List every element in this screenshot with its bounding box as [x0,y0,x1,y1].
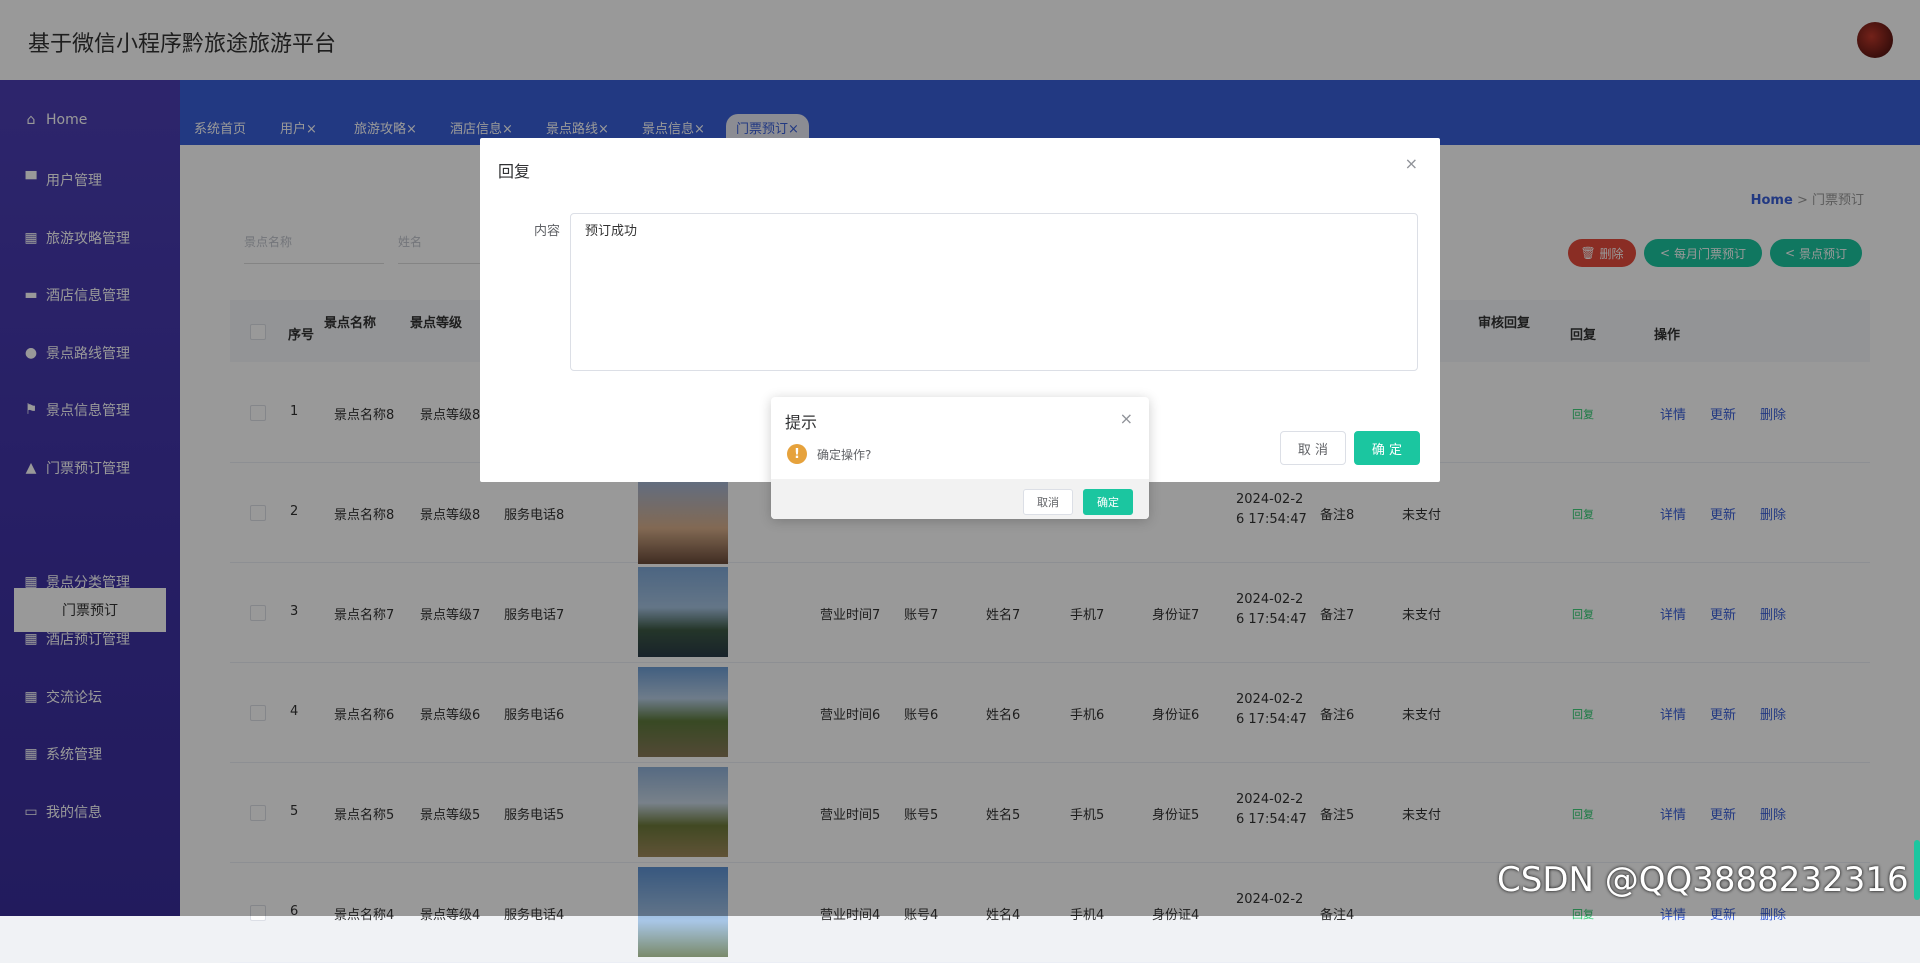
warning-icon: ! [787,444,807,464]
message-box-footer: 取消 确定 [771,479,1149,519]
close-icon[interactable]: × [1405,154,1418,173]
reply-content-textarea[interactable]: 预订成功 [570,213,1418,371]
scrollbar[interactable] [1914,840,1920,900]
content-label: 内容 [534,224,561,239]
message-box-title: 提示 [785,413,818,432]
close-icon[interactable]: × [1120,409,1133,428]
message-cancel-button[interactable]: 取消 [1023,489,1073,515]
message-box-text: 确定操作? [817,448,872,462]
reply-dialog-title: 回复 [498,162,531,181]
confirm-message-box: 提示 × ! 确定操作? 取消 确定 [771,397,1149,519]
watermark: CSDN @QQ3888232316 [1497,860,1909,900]
cancel-button[interactable]: 取 消 [1280,431,1346,465]
confirm-button[interactable]: 确 定 [1354,431,1420,465]
message-confirm-button[interactable]: 确定 [1083,489,1133,515]
